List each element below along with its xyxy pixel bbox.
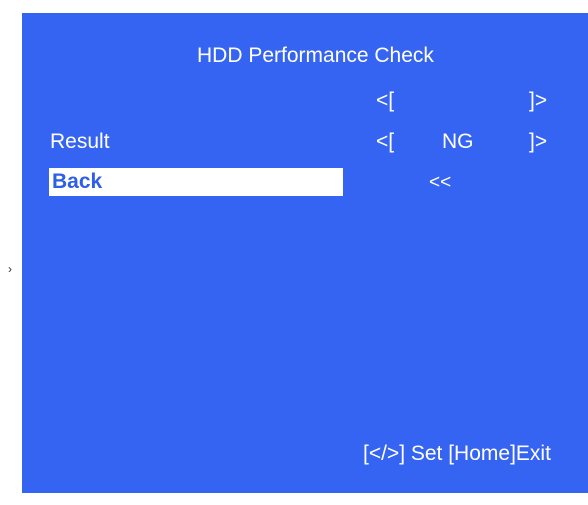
screen-title: HDD Performance Check xyxy=(197,44,434,67)
edge-marker-icon: › xyxy=(8,262,12,276)
osd-panel: HDD Performance Check <[ ]> Result <[ NG… xyxy=(22,13,588,493)
footer-hint: [</>] Set [Home]Exit xyxy=(363,442,551,465)
back-label: Back xyxy=(52,170,103,193)
row-0-bracket-close: ]> xyxy=(529,89,548,112)
row-1-bracket-open: <[ xyxy=(376,130,395,153)
back-arrow: << xyxy=(429,172,452,193)
row-0-bracket-open: <[ xyxy=(376,89,395,112)
row-1-bracket-close: ]> xyxy=(529,130,548,153)
back-menu-item[interactable]: Back xyxy=(49,168,343,196)
result-label: Result xyxy=(50,130,110,153)
result-value: NG xyxy=(442,130,474,153)
